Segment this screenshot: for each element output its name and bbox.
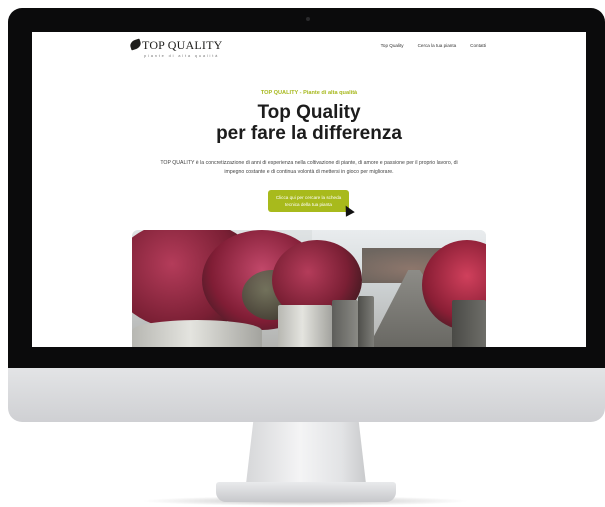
photo-plant-pot [132, 320, 262, 347]
logo-tagline: piante di alta qualità [144, 53, 220, 58]
nav-link-top-quality[interactable]: Top Quality [381, 43, 404, 48]
hero-eyebrow: TOP QUALITY - Piante di alta qualità [260, 90, 358, 96]
monitor-stand-neck [246, 422, 366, 484]
hero-plants-photo [132, 230, 486, 347]
monitor-chin [8, 368, 605, 422]
leaf-icon [128, 38, 143, 51]
photo-plant-pot [278, 305, 332, 347]
site-header: TOP QUALITY piante di alta qualità Top Q… [32, 32, 586, 68]
search-plant-button[interactable]: Clicca qui per cercare la scheda tecnica… [268, 190, 349, 212]
nav-link-cerca-pianta[interactable]: Cerca la tua pianta [418, 43, 457, 48]
webcam-icon [306, 17, 310, 21]
main-nav: Top Quality Cerca la tua pianta Contatti [381, 43, 486, 48]
search-plant-button-label: Clicca qui per cercare la scheda tecnica… [275, 195, 342, 207]
logo-name: TOP QUALITY [142, 38, 223, 52]
headline-line-1: Top Quality [257, 102, 361, 123]
monitor-stand-base [216, 482, 396, 502]
hero-intro-text: TOP QUALITY è la concretizzazione di ann… [160, 160, 458, 175]
site-logo[interactable]: TOP QUALITY piante di alta qualità [128, 38, 230, 64]
photo-plant-pot [452, 300, 486, 347]
photo-plant-pot [332, 300, 358, 347]
headline-line-2: per fare la differenza [216, 123, 402, 144]
nav-link-contatti[interactable]: Contatti [470, 43, 486, 48]
photo-plant-pot [358, 296, 374, 347]
hero-headline: Top Quality per fare la differenza [32, 102, 586, 144]
website-screen: TOP QUALITY piante di alta qualità Top Q… [32, 32, 586, 347]
